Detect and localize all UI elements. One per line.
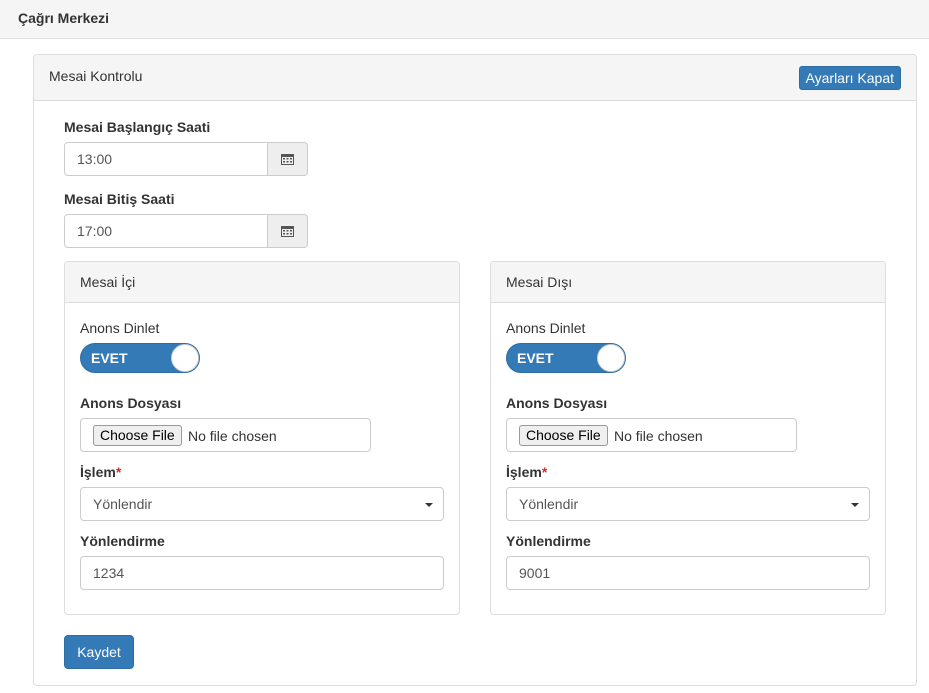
outside-action-select[interactable]: Yönlendir [506, 487, 870, 521]
inside-hours-panel: Mesai İçi Anons Dinlet EVET Anons Dosyas… [64, 261, 460, 615]
chevron-down-icon [851, 503, 859, 507]
calendar-icon [281, 225, 294, 237]
outside-hours-panel: Mesai Dışı Anons Dinlet EVET Anons Dosya… [490, 261, 886, 615]
page-header: Çağrı Merkezi [0, 0, 929, 39]
start-time-input[interactable] [64, 142, 268, 176]
inside-no-file-text: No file chosen [188, 428, 277, 444]
start-time-group [64, 142, 308, 176]
close-settings-button[interactable]: Ayarları Kapat [798, 66, 901, 90]
inside-redirect-label: Yönlendirme [80, 533, 165, 549]
end-time-label: Mesai Bitiş Saati [64, 191, 175, 207]
inside-hours-heading: Mesai İçi [65, 262, 459, 303]
inside-action-label-text: İşlem [80, 464, 116, 480]
inside-file-label: Anons Dosyası [80, 395, 182, 411]
outside-announce-label: Anons Dinlet [506, 320, 586, 336]
required-mark: * [115, 464, 122, 480]
start-time-label: Mesai Başlangıç Saati [64, 119, 211, 135]
outside-announce-toggle[interactable]: EVET [506, 343, 626, 373]
outside-file-input[interactable]: Choose File No file chosen [506, 418, 797, 452]
inside-file-input[interactable]: Choose File No file chosen [80, 418, 371, 452]
panel-title: Mesai Kontrolu [49, 68, 143, 84]
inside-action-label: İşlem* [80, 464, 121, 480]
calendar-icon [281, 153, 294, 165]
outside-no-file-text: No file chosen [614, 428, 703, 444]
outside-hours-heading: Mesai Dışı [491, 262, 885, 303]
panel-heading: Mesai Kontrolu Ayarları Kapat [34, 55, 916, 101]
toggle-on-text: EVET [517, 350, 554, 366]
save-button[interactable]: Kaydet [64, 635, 134, 669]
outside-hours-title: Mesai Dışı [506, 274, 573, 290]
page-title: Çağrı Merkezi [18, 10, 110, 26]
toggle-knob [597, 344, 625, 372]
inside-choose-file-button[interactable]: Choose File [93, 425, 182, 446]
end-time-picker-button[interactable] [267, 214, 308, 248]
toggle-on-text: EVET [91, 350, 128, 366]
outside-choose-file-button[interactable]: Choose File [519, 425, 608, 446]
inside-redirect-input[interactable] [80, 556, 444, 590]
end-time-group [64, 214, 308, 248]
outside-redirect-input[interactable] [506, 556, 870, 590]
outside-file-label: Anons Dosyası [506, 395, 608, 411]
toggle-knob [171, 344, 199, 372]
chevron-down-icon [425, 503, 433, 507]
start-time-picker-button[interactable] [267, 142, 308, 176]
inside-announce-label: Anons Dinlet [80, 320, 160, 336]
end-time-input[interactable] [64, 214, 268, 248]
outside-action-label-text: İşlem [506, 464, 542, 480]
inside-announce-toggle[interactable]: EVET [80, 343, 200, 373]
outside-action-label: İşlem* [506, 464, 547, 480]
inside-action-select[interactable]: Yönlendir [80, 487, 444, 521]
inside-hours-title: Mesai İçi [80, 274, 136, 290]
outside-action-value: Yönlendir [519, 496, 579, 512]
outside-redirect-label: Yönlendirme [506, 533, 591, 549]
mesai-control-panel: Mesai Kontrolu Ayarları Kapat Mesai Başl… [33, 54, 917, 686]
inside-action-value: Yönlendir [93, 496, 153, 512]
required-mark: * [541, 464, 548, 480]
